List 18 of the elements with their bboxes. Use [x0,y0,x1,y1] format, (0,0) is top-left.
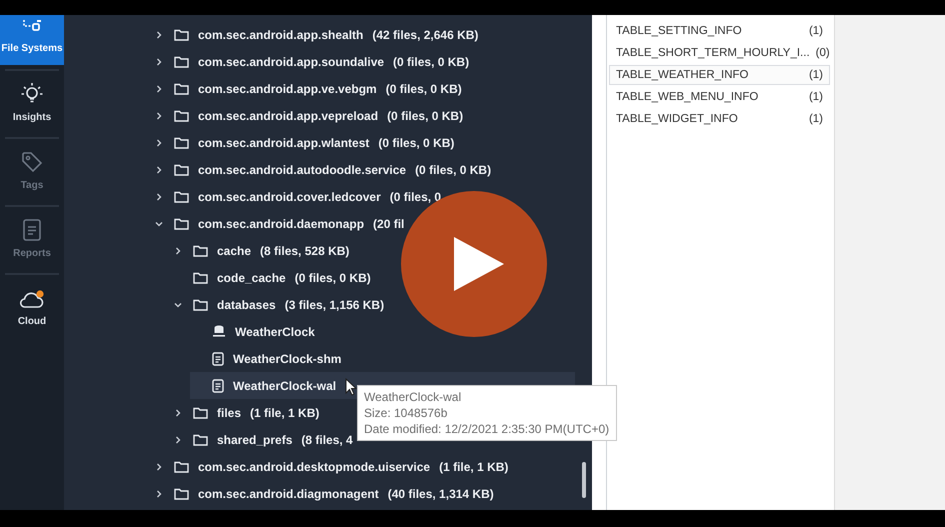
item-size: (20 fil [373,216,404,230]
item-size: (40 files, 1,314 KB) [388,486,494,500]
item-size: (8 files, 4 [301,432,353,446]
item-size: (0 files, 0 KB) [393,54,470,68]
item-size: (0 files, 0 KB) [415,162,492,176]
tooltip-size: Size: 1048576b [364,405,448,421]
item-size: (1 file, 1 KB) [439,460,508,474]
item-size: (3 files, 1,156 KB) [284,298,384,312]
item-size: (0 files, 0 [390,190,442,204]
item-size: (0 files, 0 KB) [387,108,464,122]
tooltip-title: WeatherClock-wal [364,389,462,405]
item-size: (0 files, 0 KB) [386,82,462,96]
tooltip-date: Date modified: 12/2/2021 2:35:30 PM(UTC+0) [364,421,610,437]
item-size: (42 files, 2,646 KB) [372,28,478,42]
item-size: (0 files, 0 KB) [294,270,371,284]
item-size: (8 files, 528 KB) [260,244,350,258]
item-size: (0 files, 0 KB) [378,136,454,150]
item-size: (1 file, 1 KB) [250,406,320,420]
